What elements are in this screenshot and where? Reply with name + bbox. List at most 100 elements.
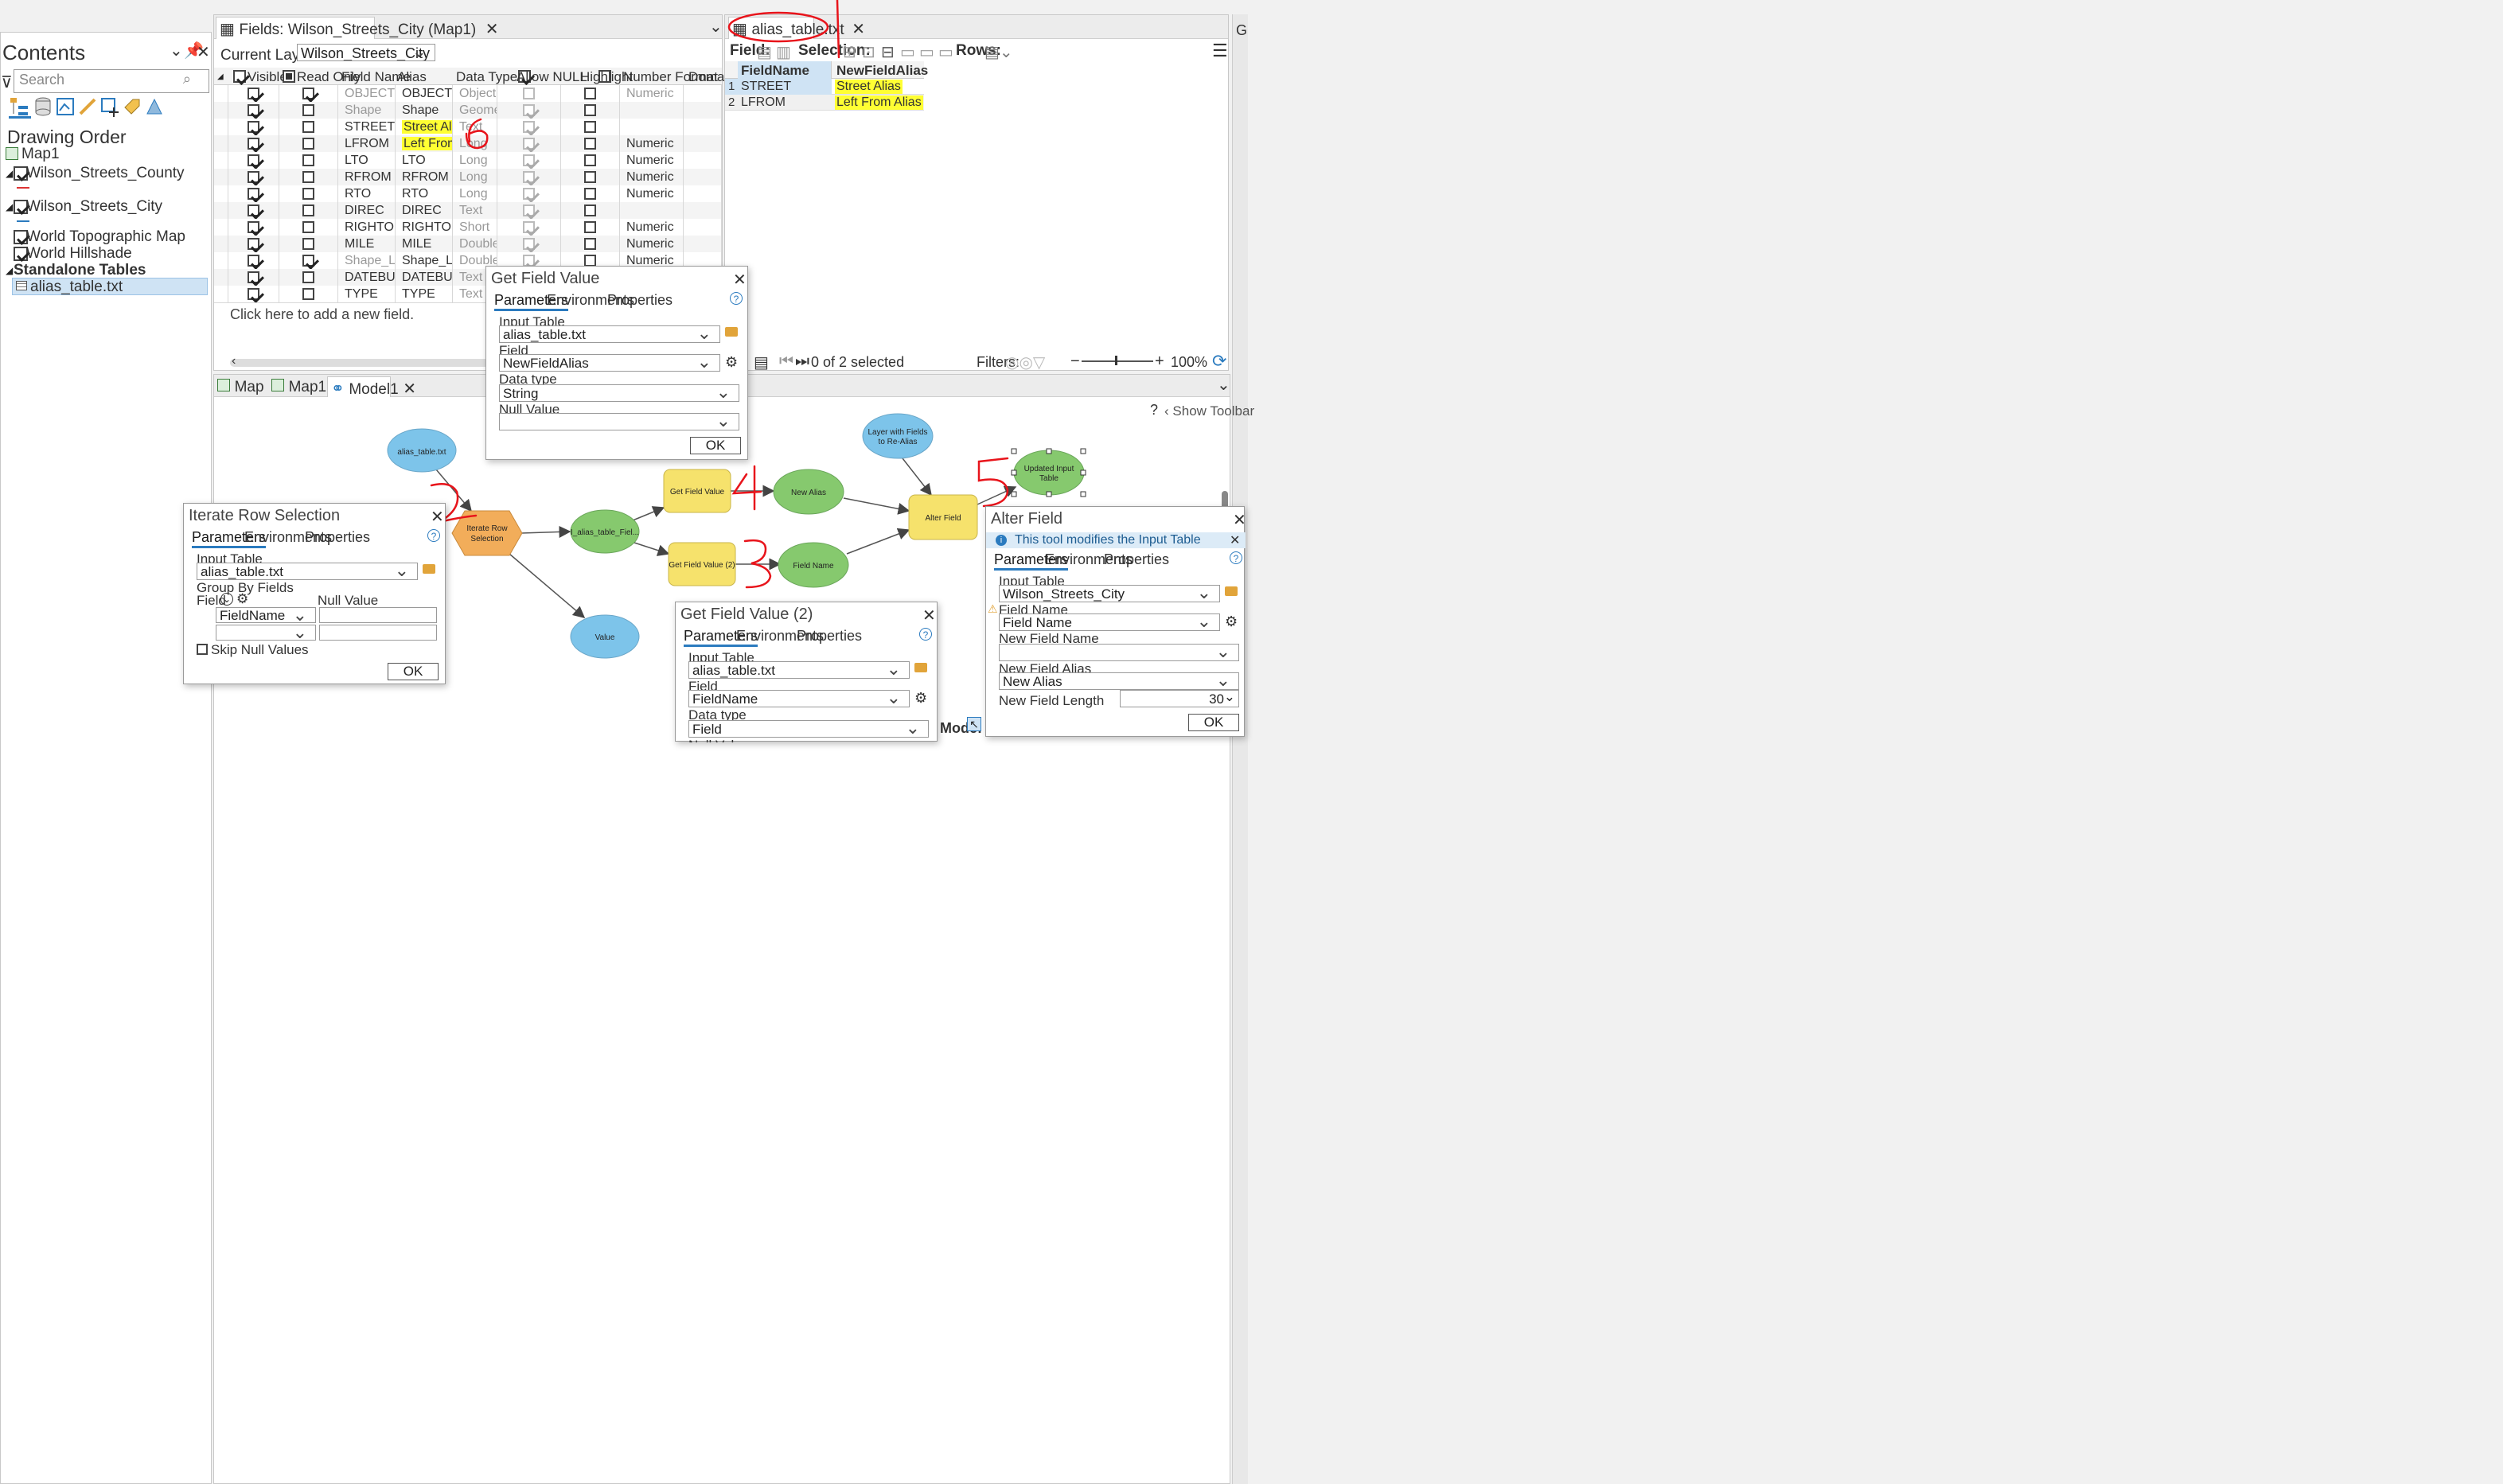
folder-icon[interactable] [725, 327, 738, 337]
hamburger-menu-icon[interactable]: ☰ [1212, 41, 1228, 61]
cell-type[interactable]: Long [453, 169, 497, 185]
null-value-input-1[interactable] [319, 607, 437, 623]
cell-name[interactable]: DATEBUILT [338, 269, 396, 286]
zoom-slider-thumb[interactable] [1115, 356, 1117, 365]
table-row[interactable]: DIREC DIREC Text [214, 202, 722, 220]
input-table-select[interactable]: alias_table.txt [499, 325, 720, 343]
switch-selection-icon[interactable]: ⊟ [881, 42, 895, 62]
table-row[interactable]: LTO LTO Long Numeric [214, 152, 722, 169]
select-all-corner[interactable]: ◢ [217, 72, 224, 81]
tab-map1[interactable]: Map1 [271, 378, 326, 396]
list-by-perspective-icon[interactable] [144, 96, 165, 121]
readonly-checkbox[interactable] [302, 104, 314, 116]
highlight-checkbox[interactable] [584, 204, 596, 216]
help-icon[interactable]: ? [1230, 551, 1242, 564]
close-icon[interactable]: ✕ [485, 21, 499, 38]
allow-null-checkbox[interactable] [523, 88, 535, 99]
allow-null-checkbox[interactable] [523, 138, 535, 150]
group-field-select-2[interactable] [216, 625, 316, 641]
help-icon[interactable]: ? [1150, 402, 1158, 419]
readonly-checkbox[interactable] [302, 188, 314, 200]
folder-icon[interactable] [1225, 586, 1238, 596]
zoom-slider[interactable] [1082, 360, 1153, 362]
readonly-checkbox[interactable] [302, 171, 314, 183]
table-row[interactable]: RTO RTO Long Numeric [214, 185, 722, 203]
cell-name[interactable]: TYPE [338, 286, 396, 302]
input-table-select[interactable]: Wilson_Streets_City [999, 585, 1220, 602]
header-newfieldalias[interactable]: NewFieldAlias [836, 63, 928, 79]
row-selector[interactable] [214, 85, 228, 102]
cell-name[interactable]: STREET [338, 119, 396, 135]
cell-type[interactable]: Double [453, 236, 497, 252]
cell-format[interactable] [620, 119, 684, 135]
new-field-name-select[interactable] [999, 644, 1239, 661]
row-selector[interactable] [214, 236, 228, 252]
visible-checkbox[interactable] [248, 255, 259, 267]
copy-selection-icon[interactable]: ▭ [938, 42, 953, 62]
input-table-select[interactable]: alias_table.txt [197, 563, 418, 580]
cell-format[interactable] [620, 202, 684, 219]
tab-properties[interactable]: Properties [305, 529, 370, 546]
folder-icon[interactable] [423, 564, 435, 574]
gear-icon[interactable]: ⚙ [236, 591, 248, 607]
filter-icon[interactable]: ⊽ [1, 72, 13, 92]
zoom-level[interactable]: 100% [1171, 354, 1207, 371]
chevron-down-icon[interactable]: ⌄ [170, 41, 183, 60]
horizontal-scrollbar[interactable] [230, 359, 493, 367]
visible-checkbox[interactable] [248, 138, 259, 150]
header-data-type[interactable]: Data Type [456, 69, 517, 85]
visible-checkbox[interactable] [248, 171, 259, 183]
cell-domain[interactable] [684, 169, 722, 185]
list-by-source-icon[interactable] [33, 96, 53, 121]
highlight-checkbox[interactable] [584, 121, 596, 133]
cell-format[interactable] [620, 102, 684, 119]
readonly-checkbox[interactable] [302, 121, 314, 133]
chevron-down-icon[interactable]: ⌄ [709, 17, 723, 37]
readonly-checkbox[interactable] [302, 221, 314, 233]
cell-format[interactable]: Numeric [620, 135, 684, 152]
readonly-checkbox[interactable] [302, 271, 314, 283]
allow-null-checkbox[interactable] [523, 188, 535, 200]
cell-alias[interactable]: RIGHTOFWAY [396, 219, 453, 236]
scroll-left-icon[interactable]: ‹ [232, 354, 236, 368]
visible-checkbox[interactable] [248, 238, 259, 250]
row-selector[interactable] [214, 269, 228, 286]
cell-domain[interactable] [684, 85, 722, 102]
layer-item-county[interactable]: ◢ Wilson_Streets_County [1, 163, 208, 195]
zoom-out-icon[interactable]: − [1070, 352, 1080, 371]
help-icon[interactable]: ? [427, 529, 440, 542]
gear-icon[interactable]: ⚙ [914, 690, 927, 707]
cell-alias[interactable]: MILE [396, 236, 453, 252]
visible-checkbox[interactable] [248, 188, 259, 200]
highlight-checkbox[interactable] [584, 238, 596, 250]
cell-name[interactable]: Shape [338, 102, 396, 119]
table-view-icon[interactable]: ▤ [754, 352, 769, 372]
tab-properties[interactable]: Properties [607, 292, 673, 309]
highlight-checkbox[interactable] [584, 154, 596, 166]
allow-null-checkbox[interactable] [523, 221, 535, 233]
allow-null-checkbox[interactable] [523, 104, 535, 116]
cell-format[interactable]: Numeric [620, 185, 684, 202]
readonly-checkbox[interactable] [302, 288, 314, 300]
cell-alias[interactable]: Shape_Length [396, 252, 453, 269]
cell-name[interactable]: RTO [338, 185, 396, 202]
row-selector[interactable] [214, 202, 228, 219]
table-row[interactable]: 2 LFROM Left From Alias [725, 95, 924, 111]
visible-checkbox[interactable] [248, 204, 259, 216]
chevron-down-icon[interactable]: ⌄ [1224, 691, 1235, 705]
header-alias[interactable]: Alias [397, 69, 427, 85]
close-icon[interactable]: ✕ [1233, 510, 1246, 530]
table-row[interactable]: RFROM RFROM Long Numeric [214, 169, 722, 186]
cell-format[interactable]: Numeric [620, 152, 684, 169]
cell-domain[interactable] [684, 152, 722, 169]
zoom-to-icon[interactable]: ⊡ [862, 42, 875, 62]
close-icon[interactable]: ✕ [733, 270, 747, 290]
cell-domain[interactable] [684, 135, 722, 152]
gear-icon[interactable]: ⚙ [725, 354, 738, 371]
current-layer-select[interactable]: Wilson_Streets_City (Map1) [297, 44, 435, 61]
allow-null-checkbox[interactable] [523, 121, 535, 133]
cell-alias[interactable]: RFROM [396, 169, 453, 185]
list-by-selection-icon[interactable] [55, 96, 76, 121]
allow-null-checkbox[interactable] [523, 154, 535, 166]
visible-all-checkbox[interactable] [233, 70, 246, 83]
